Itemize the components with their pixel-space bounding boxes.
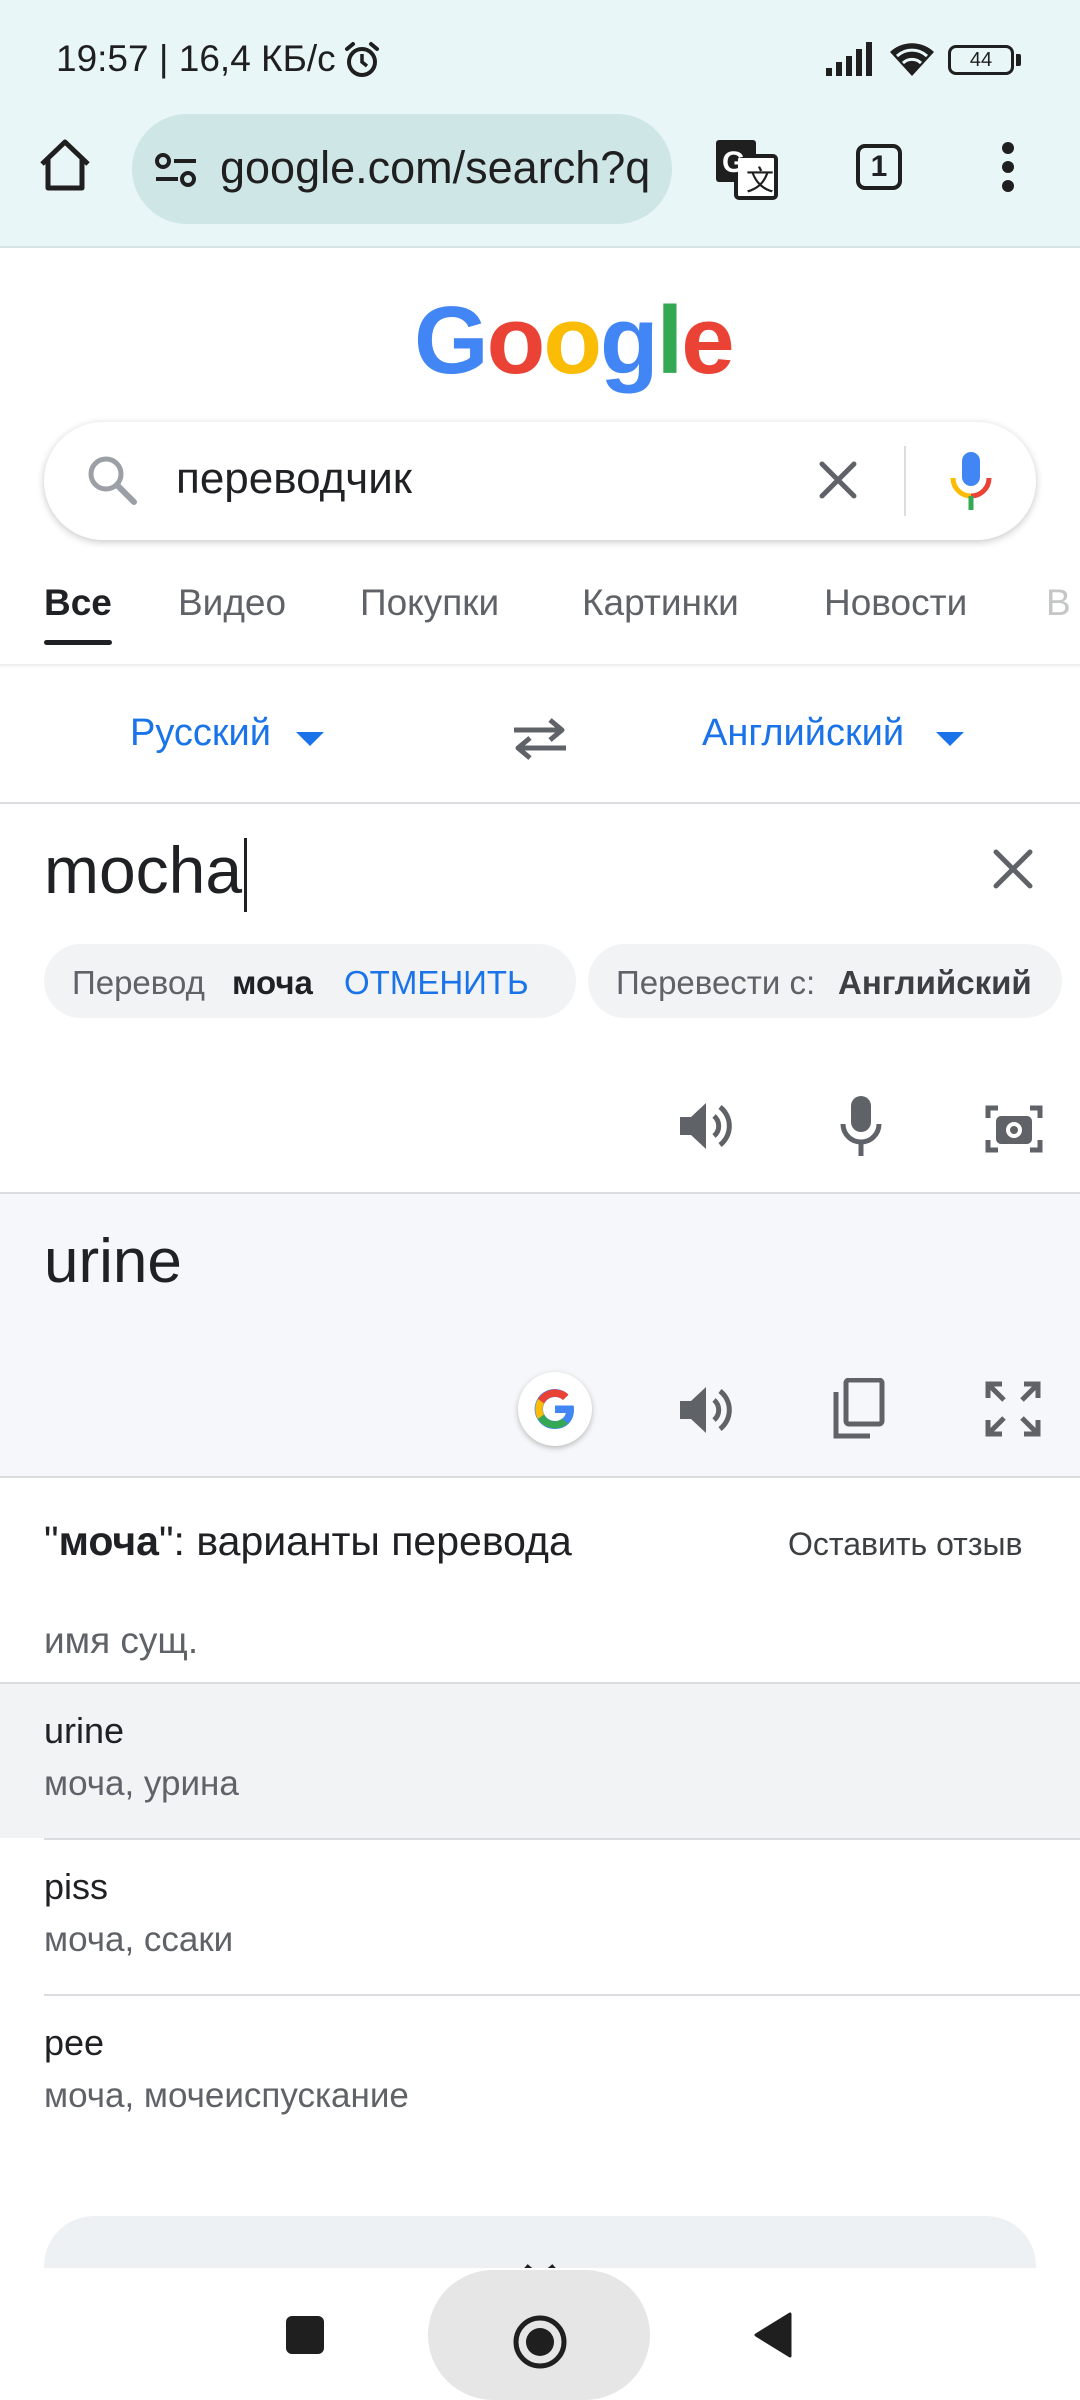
part-of-speech-label: имя сущ.	[44, 1620, 199, 1661]
svg-text:文: 文	[746, 164, 774, 197]
battery-icon: 44	[948, 45, 1014, 75]
tab-images[interactable]: Картинки	[582, 582, 739, 624]
camera-icon[interactable]	[984, 1100, 1044, 1156]
alternative-row[interactable]: pee моча, мочеиспускание	[0, 1994, 1080, 2150]
home-icon[interactable]	[36, 136, 94, 194]
target-language-select[interactable]: Английский	[702, 712, 904, 755]
source-language-select[interactable]: Русский	[130, 712, 271, 755]
target-language-caret-icon[interactable]	[936, 732, 964, 746]
alternatives-title-rest: ": варианты перевода	[158, 1518, 572, 1564]
more-menu-icon[interactable]	[1000, 140, 1016, 194]
source-language-label: Русский	[130, 712, 271, 754]
translation-result-panel: urine	[0, 1194, 1080, 1476]
divider	[0, 1476, 1080, 1478]
source-language-caret-icon[interactable]	[296, 732, 324, 746]
svg-text:G: G	[722, 146, 745, 179]
copy-icon[interactable]	[830, 1378, 886, 1440]
google-g-button[interactable]	[518, 1372, 592, 1446]
swap-languages-icon[interactable]	[510, 714, 570, 762]
status-time: 19:57 | 16,4 КБ/с	[56, 38, 336, 79]
alternative-synonyms: моча, мочеиспускание	[44, 2076, 409, 2115]
tab-news[interactable]: Новости	[824, 582, 967, 624]
translate-from-chip[interactable]: Перевести с: Английский	[588, 944, 1062, 1018]
alternative-row[interactable]: piss моча, ссаки	[0, 1838, 1080, 1994]
tab-all[interactable]: Все	[44, 582, 112, 624]
clear-source-icon[interactable]	[990, 846, 1036, 892]
tab-videos[interactable]: Видео	[178, 582, 286, 624]
chip-word: моча	[232, 964, 313, 1001]
alternatives-title: "моча": варианты перевода	[44, 1518, 572, 1565]
alarm-icon	[345, 42, 379, 77]
wifi-icon	[890, 43, 934, 76]
url-text[interactable]: google.com/search?q	[220, 142, 650, 194]
alternative-word: pee	[44, 2022, 105, 2063]
microphone-icon[interactable]	[838, 1094, 884, 1158]
chip-prefix: Перевод	[72, 964, 205, 1001]
feedback-link[interactable]: Оставить отзыв	[788, 1526, 1023, 1563]
tabs-shadow	[0, 664, 1080, 668]
home-button-icon[interactable]	[510, 2312, 570, 2372]
recent-apps-button[interactable]	[286, 2316, 324, 2354]
signal-icon	[826, 42, 872, 76]
tab-active-indicator	[44, 640, 112, 645]
translate-icon[interactable]: G 文	[714, 138, 778, 200]
translation-result: urine	[44, 1227, 182, 1296]
alternative-synonyms: моча, ссаки	[44, 1920, 234, 1959]
row-divider	[0, 1682, 1080, 1684]
listen-translation-icon[interactable]	[676, 1380, 736, 1440]
tab-more[interactable]: В	[1046, 582, 1071, 624]
alternatives-title-word: моча	[58, 1518, 159, 1564]
alternatives-title-quote: "	[44, 1518, 59, 1564]
search-input[interactable]: переводчик	[176, 454, 412, 504]
tab-shopping[interactable]: Покупки	[360, 582, 499, 624]
text-cursor	[244, 838, 247, 912]
chip2-language: Английский	[838, 964, 1032, 1001]
search-icon	[88, 456, 137, 505]
translated-as-chip: Перевод моча ОТМЕНИТЬ	[44, 944, 576, 1018]
row-divider	[44, 1838, 1080, 1840]
alternative-word: urine	[44, 1710, 125, 1751]
alternative-synonyms: моча, урина	[44, 1764, 239, 1803]
target-language-label: Английский	[702, 712, 905, 754]
alternative-row[interactable]: urine моча, урина	[0, 1682, 1080, 1838]
divider	[0, 802, 1080, 804]
fullscreen-icon[interactable]	[984, 1380, 1042, 1438]
back-button-icon[interactable]	[752, 2310, 794, 2360]
alternative-word: piss	[44, 1866, 109, 1907]
voice-search-icon[interactable]	[948, 450, 994, 512]
url-bar[interactable]: google.com/search?q	[132, 114, 672, 224]
google-g-icon	[534, 1389, 574, 1430]
battery-tip	[1016, 54, 1021, 66]
undo-button[interactable]: ОТМЕНИТЬ	[344, 964, 529, 1002]
site-settings-icon[interactable]	[154, 150, 198, 190]
clear-search-icon[interactable]	[814, 456, 862, 504]
listen-source-icon[interactable]	[676, 1096, 736, 1156]
tabs-count-button[interactable]: 1	[856, 144, 902, 190]
source-text-input[interactable]: mocha	[44, 832, 242, 908]
row-divider	[44, 1994, 1080, 1996]
search-divider	[904, 446, 906, 516]
google-logo: Google	[414, 287, 735, 394]
search-box[interactable]: переводчик	[44, 422, 1036, 540]
chip2-prefix: Перевести с:	[616, 964, 816, 1001]
